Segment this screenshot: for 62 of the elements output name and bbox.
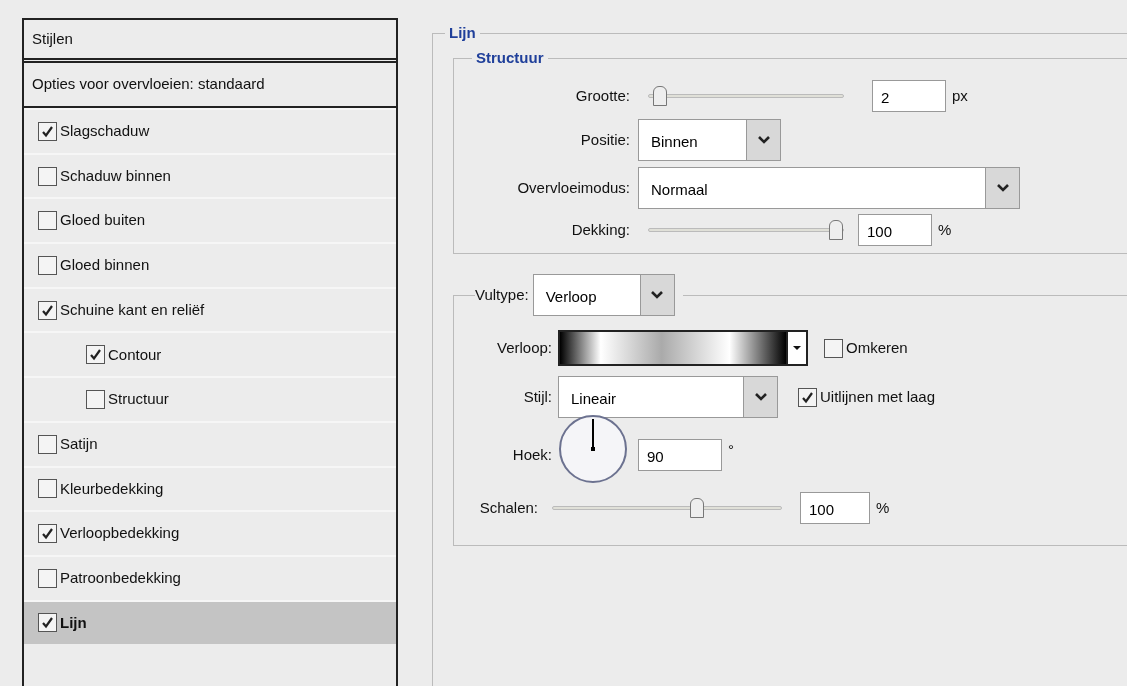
slider-thumb[interactable] [829,220,843,240]
field-label: Vultype: [475,284,529,305]
checkmark-icon [89,348,102,362]
checkbox[interactable] [38,613,57,633]
dropdown-arrow-button[interactable] [985,168,1019,208]
dropdown-select[interactable]: Normaal [638,167,1020,209]
unit-label: ° [728,439,734,460]
number-input[interactable]: 90 [638,439,722,471]
checkbox[interactable] [38,479,57,499]
checkbox[interactable] [86,345,105,365]
field-label: Verloop: [496,339,552,356]
field-label: Grootte: [575,87,630,104]
field-label: Dekking: [571,221,630,238]
field-label: Hoek: [512,446,552,463]
checkbox[interactable] [798,387,817,407]
checkbox[interactable] [86,389,105,409]
checkbox[interactable] [38,121,57,141]
checkmark-icon [801,390,814,404]
number-input[interactable]: 2 [872,80,946,112]
checkbox[interactable] [38,434,57,454]
chevron-down-icon [650,290,665,300]
dropdown-select[interactable]: Binnen [638,119,781,161]
chevron-down-icon [753,392,768,402]
field-label: Stijl: [523,388,552,405]
gradient-picker[interactable] [558,330,808,366]
dropdown-arrow-button[interactable] [743,377,777,417]
checkmark-icon [41,527,54,541]
field-label: Overvloeimodus: [517,179,630,196]
slider-track[interactable] [648,219,844,241]
checkbox-label: Omkeren [846,337,908,358]
dropdown-arrow-button[interactable] [639,275,674,315]
caret-icon[interactable] [786,332,806,364]
styles-header[interactable]: Stijlen [24,20,396,63]
checkmark-icon [41,616,54,630]
chevron-down-icon [995,183,1010,193]
field-label: Positie: [580,131,630,148]
unit-label: px [952,85,968,106]
chevron-down-icon [756,135,771,145]
unit-label: % [938,219,952,240]
checkbox[interactable] [824,338,843,358]
dropdown-select[interactable]: Verloop [532,274,675,316]
style-list-item[interactable]: Lijn [24,599,396,645]
dropdown-arrow-button[interactable] [746,120,780,160]
checkbox[interactable] [38,255,57,275]
checkbox[interactable] [38,300,57,320]
slider-track[interactable] [648,85,844,107]
checkbox[interactable] [38,211,57,231]
checkbox-label: Uitlijnen met laag [820,386,936,407]
slider-thumb[interactable] [652,86,667,106]
checkmark-icon [41,124,54,138]
number-input[interactable]: 100 [858,214,932,246]
checkbox[interactable] [38,568,57,588]
slider-track[interactable] [552,497,782,519]
dropdown-select[interactable]: Lineair [558,376,778,418]
unit-label: % [876,497,890,518]
checkbox[interactable] [38,166,57,186]
number-input[interactable]: 100 [800,492,870,524]
checkmark-icon [41,303,54,317]
slider-thumb[interactable] [689,498,704,518]
field-label: Schalen: [479,499,538,516]
checkbox[interactable] [38,524,57,544]
angle-dial[interactable] [558,414,628,484]
